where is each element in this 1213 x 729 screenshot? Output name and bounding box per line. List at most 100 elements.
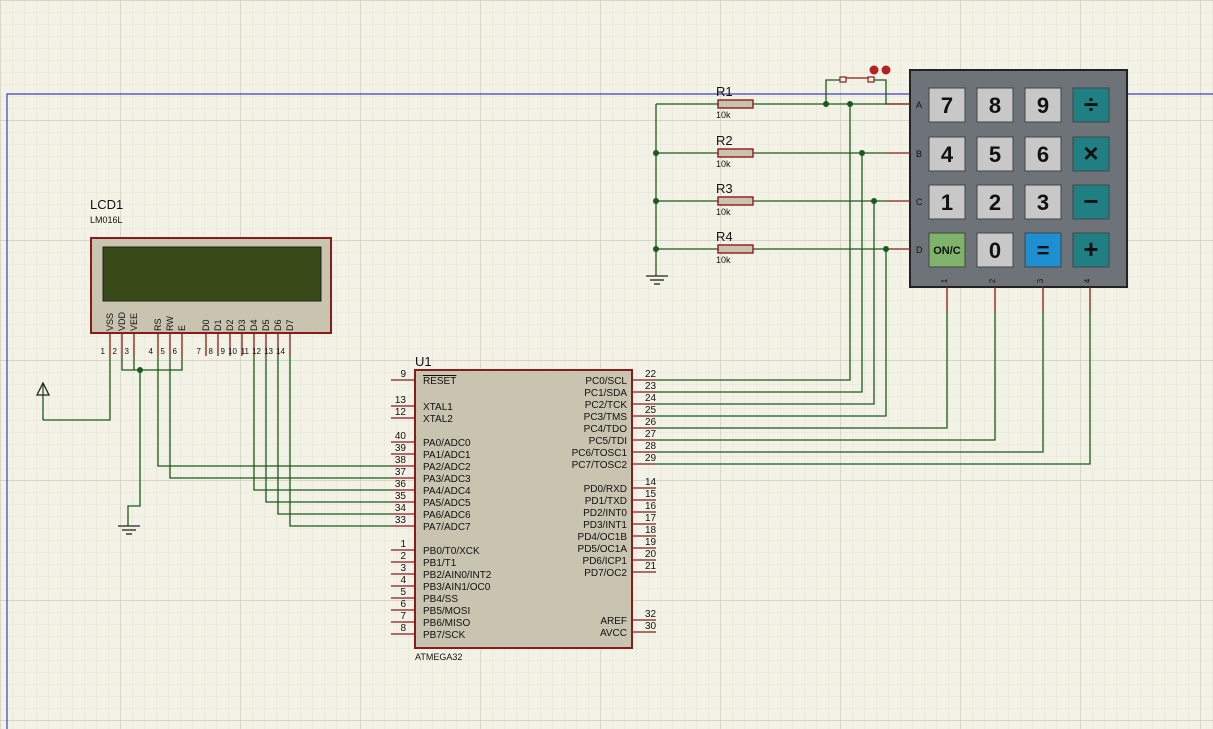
mcu-pin-number: 39 — [395, 443, 407, 454]
keypad-key-label: ON/C — [933, 245, 961, 257]
mcu-pin-number: 8 — [400, 623, 406, 634]
lcd-model: LM016L — [90, 215, 123, 225]
wire-junction — [823, 101, 829, 107]
keypad-key[interactable]: 5 — [976, 136, 1014, 172]
mcu-pin-number: 1 — [400, 539, 406, 550]
mcu-pin-name: PB1/T1 — [423, 558, 457, 569]
keypad-col-label: 2 — [988, 278, 997, 283]
resistor-ref: R3 — [716, 181, 733, 196]
keypad-col-label: 1 — [940, 278, 949, 283]
keypad-key-label: 1 — [941, 190, 953, 215]
mcu-pin-name: PC4/TDO — [584, 424, 628, 435]
wire-junction — [653, 198, 659, 204]
mcu-pin-name: PD4/OC1B — [578, 532, 628, 543]
schematic-canvas[interactable]: LCD1 LM016L VSS1VDD2VEE3RS4RW5E6D07D18D2… — [0, 0, 1213, 729]
lcd-pin-name: D4 — [249, 319, 259, 331]
lcd-pin-name: D1 — [213, 319, 223, 331]
mcu-pin-name: PC5/TDI — [589, 436, 627, 447]
mcu-pin-number: 33 — [395, 515, 407, 526]
lcd-pin-name: D7 — [285, 319, 295, 331]
lcd-pin-number: 13 — [264, 347, 273, 356]
mcu-pin-number: 23 — [645, 381, 657, 392]
resistor-body — [717, 148, 754, 158]
mcu-pin-name: PA6/ADC6 — [423, 510, 471, 521]
keypad-key[interactable]: = — [1024, 232, 1062, 268]
resistor-ref: R1 — [716, 84, 733, 99]
mcu-pin-name: PA5/ADC5 — [423, 498, 471, 509]
lcd-pin-number: 2 — [113, 347, 118, 356]
mcu-pin-name: PB7/SCK — [423, 630, 466, 641]
mcu-ref: U1 — [415, 354, 432, 369]
keypad-key-label: 5 — [989, 142, 1001, 167]
mcu-model: ATMEGA32 — [415, 652, 462, 662]
keypad-key[interactable]: 9 — [1024, 87, 1062, 123]
mcu-pin-name: PB0/T0/XCK — [423, 546, 480, 557]
lcd-pin-name: D0 — [201, 319, 211, 331]
keypad-key[interactable]: 8 — [976, 87, 1014, 123]
mcu-pin-name: XTAL1 — [423, 402, 453, 413]
keypad-key[interactable]: 2 — [976, 184, 1014, 220]
keypad-key[interactable]: ÷ — [1072, 87, 1110, 123]
mcu-pin-name: PC7/TOSC2 — [572, 460, 628, 471]
mcu-pin-number: 20 — [645, 549, 657, 560]
mcu-pin-number: 27 — [645, 429, 657, 440]
lcd-pin-name: RS — [153, 318, 163, 331]
mcu-pin-name: AVCC — [600, 628, 627, 639]
keypad-key[interactable]: 7 — [928, 87, 966, 123]
keypad-key[interactable]: + — [1072, 232, 1110, 268]
lcd-pin-name: E — [177, 325, 187, 331]
keypad-key[interactable]: 3 — [1024, 184, 1062, 220]
mcu-pin-number: 15 — [645, 489, 657, 500]
mcu-pin-name: PD1/TXD — [585, 496, 627, 507]
mcu-pin-number: 28 — [645, 441, 657, 452]
mcu-pin-name: PD3/INT1 — [583, 520, 627, 531]
keypad-key[interactable]: 1 — [928, 184, 966, 220]
mcu-pin-name: PD7/OC2 — [584, 568, 627, 579]
keypad-key-label: ÷ — [1084, 89, 1098, 119]
keypad-key-label: 2 — [989, 190, 1001, 215]
mcu-pin-number: 9 — [400, 369, 406, 380]
wire-junction — [653, 246, 659, 252]
mcu-pin-name: PC0/SCL — [585, 376, 627, 387]
mcu-component[interactable]: U1 ATMEGA32 9RESET13XTAL112XTAL240PA0/AD… — [391, 354, 657, 662]
mcu-pin-number: 18 — [645, 525, 657, 536]
mcu-pin-name: PA4/ADC4 — [423, 486, 471, 497]
keypad-key[interactable]: 6 — [1024, 136, 1062, 172]
lcd-pin-name: D6 — [273, 319, 283, 331]
mcu-pin-name: PB2/AIN0/INT2 — [423, 570, 492, 581]
mcu-pin-name: PD6/ICP1 — [583, 556, 628, 567]
mcu-pin-number: 13 — [395, 395, 407, 406]
resistor-body — [717, 99, 754, 109]
mcu-pin-name: PB6/MISO — [423, 618, 470, 629]
mcu-pin-name: PB4/SS — [423, 594, 458, 605]
lcd-ref: LCD1 — [90, 197, 123, 212]
mcu-pin-number: 40 — [395, 431, 407, 442]
keypad-row-label: D — [916, 245, 923, 255]
keypad-key-label: 0 — [989, 238, 1001, 263]
mcu-pin-number: 14 — [645, 477, 657, 488]
mcu-pin-number: 5 — [400, 587, 406, 598]
keypad-key-label: 8 — [989, 93, 1001, 118]
mcu-pin-number: 22 — [645, 369, 657, 380]
mcu-pin-number: 26 — [645, 417, 657, 428]
mcu-pin-number: 25 — [645, 405, 657, 416]
mcu-pin-number: 7 — [400, 611, 406, 622]
keypad-key[interactable]: − — [1072, 184, 1110, 220]
resistor-value: 10k — [716, 159, 731, 169]
keypad-key[interactable]: 0 — [976, 232, 1014, 268]
mcu-pin-number: 32 — [645, 609, 657, 620]
mcu-pin-number: 6 — [400, 599, 406, 610]
lcd-pin-number: 1 — [101, 347, 106, 356]
mcu-pin-name: XTAL2 — [423, 414, 453, 425]
keypad-key[interactable]: ON/C — [928, 232, 966, 268]
mcu-pin-name: PC2/TCK — [585, 400, 628, 411]
lcd-pin-number: 7 — [197, 347, 202, 356]
resistor-body — [717, 196, 754, 206]
keypad-key[interactable]: 4 — [928, 136, 966, 172]
keypad-key-label: 9 — [1037, 93, 1049, 118]
mcu-pin-number: 16 — [645, 501, 657, 512]
keypad-key[interactable]: × — [1072, 136, 1110, 172]
keypad-key-label: − — [1083, 186, 1098, 216]
mcu-pin-name: PA2/ADC2 — [423, 462, 471, 473]
lcd-pin-number: 4 — [149, 347, 154, 356]
